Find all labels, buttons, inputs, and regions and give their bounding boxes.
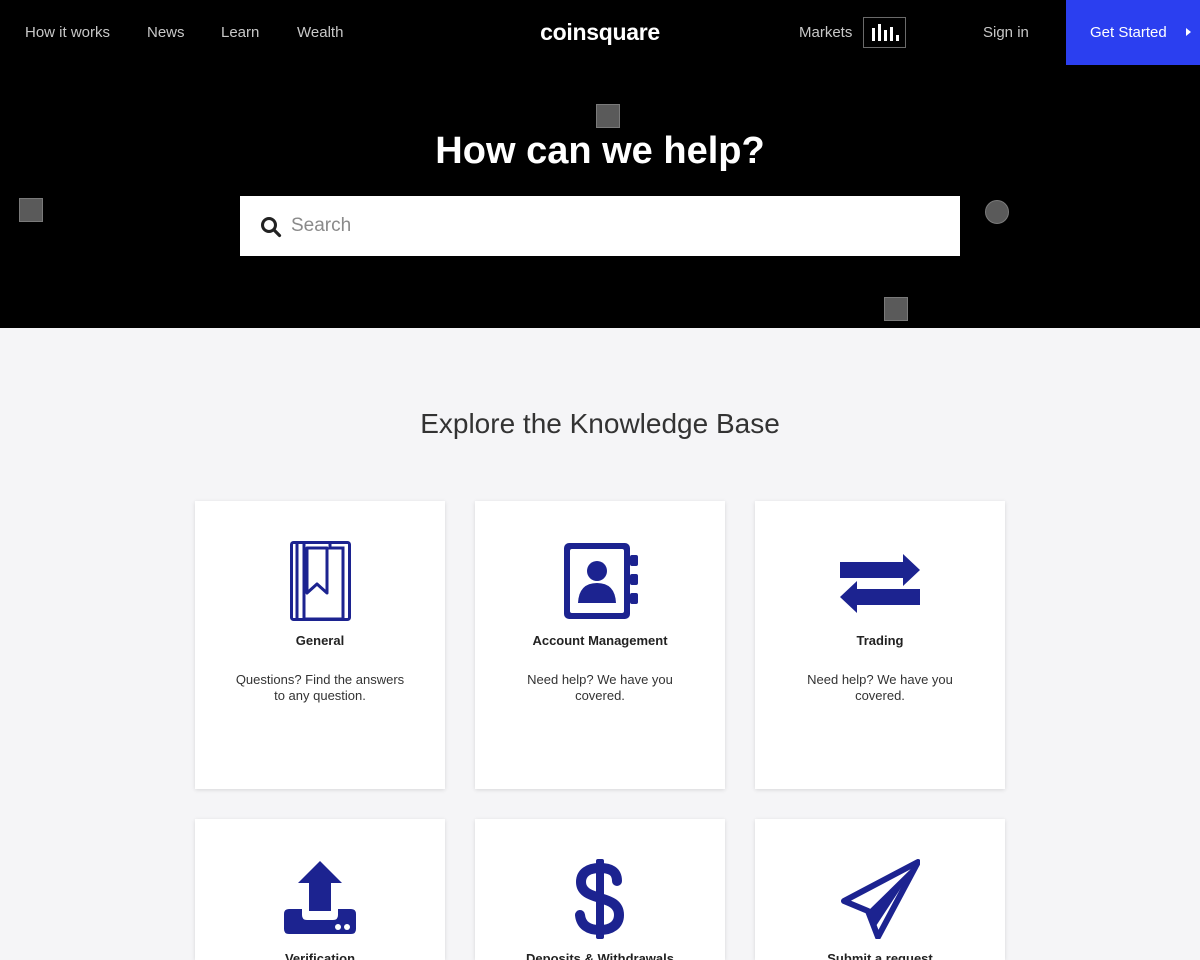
card-title: Account Management: [532, 633, 668, 648]
category-card-deposits-withdrawals[interactable]: Deposits & Withdrawals: [475, 819, 725, 960]
card-description: Need help? We have you covered.: [807, 672, 953, 703]
decorative-circle: [985, 200, 1009, 224]
nav-how-it-works[interactable]: How it works: [25, 23, 110, 43]
markets-link[interactable]: Markets: [799, 23, 852, 43]
nav-learn[interactable]: Learn: [221, 23, 259, 43]
category-card-verification[interactable]: Verification: [195, 819, 445, 960]
get-started-label: Get Started: [1090, 24, 1167, 41]
sign-in-link[interactable]: Sign in: [983, 23, 1029, 43]
decorative-square: [596, 104, 620, 128]
paper-plane-icon: [841, 859, 920, 939]
hero-title: How can we help?: [435, 130, 765, 172]
nav-wealth[interactable]: Wealth: [297, 23, 343, 43]
book-bookmark-icon: [290, 541, 351, 621]
exchange-arrows-icon: [840, 554, 920, 613]
dollar-sign-icon: [575, 859, 625, 939]
search-box[interactable]: [240, 196, 960, 256]
card-title: Verification: [284, 951, 356, 960]
decorative-square: [19, 198, 43, 222]
markets-button[interactable]: [863, 17, 906, 48]
contact-book-icon: [564, 543, 638, 619]
card-description: Questions? Find the answers to any quest…: [235, 672, 405, 703]
search-input[interactable]: [291, 196, 941, 256]
search-icon: [261, 217, 282, 238]
top-nav: How it works News Learn Wealth coinsquar…: [0, 0, 1200, 65]
category-card-trading[interactable]: Trading Need help? We have you covered.: [755, 501, 1005, 789]
card-title: Deposits & Withdrawals: [526, 951, 674, 960]
caret-right-icon: [1186, 28, 1191, 36]
knowledge-base-title: Explore the Knowledge Base: [420, 408, 780, 439]
category-card-submit-request[interactable]: Submit a request: [755, 819, 1005, 960]
bar-chart-icon: [872, 24, 899, 41]
card-description: Need help? We have you covered.: [527, 672, 673, 703]
category-card-account-management[interactable]: Account Management Need help? We have yo…: [475, 501, 725, 789]
get-started-button[interactable]: Get Started: [1066, 0, 1200, 65]
decorative-square: [884, 297, 908, 321]
category-card-general[interactable]: General Questions? Find the answers to a…: [195, 501, 445, 789]
card-title: General: [295, 633, 345, 648]
nav-news[interactable]: News: [147, 23, 185, 43]
hero-section: How it works News Learn Wealth coinsquar…: [0, 0, 1200, 328]
card-title: Trading: [856, 633, 904, 648]
logo[interactable]: coinsquare: [540, 17, 660, 47]
upload-tray-icon: [284, 861, 356, 934]
card-title: Submit a request: [827, 951, 933, 960]
